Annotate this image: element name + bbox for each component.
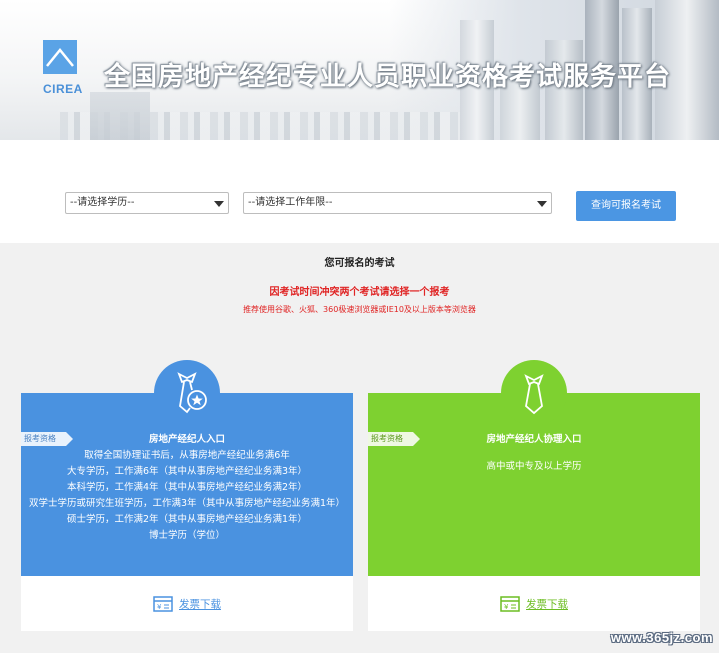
- invoice-icon: ¥: [500, 596, 520, 612]
- assistant-tie-icon: [501, 360, 567, 426]
- filter-bar: --请选择学历-- --请选择工作年限-- 查询可报名考试: [0, 140, 719, 243]
- card-title: 房地产经纪人协理入口: [486, 434, 582, 445]
- education-select[interactable]: --请选择学历--: [65, 192, 229, 214]
- banner-skyline-building: [90, 92, 150, 140]
- download-label: 发票下载: [179, 598, 221, 611]
- conflict-warning: 因考试时间冲突两个考试请选择一个报考: [269, 287, 450, 298]
- cirea-logo-icon: [43, 40, 77, 74]
- work-years-select-value: --请选择工作年限--: [248, 197, 333, 208]
- site-title: 全国房地产经纪专业人员职业资格考试服务平台: [104, 62, 672, 92]
- site-watermark: www.365jz.com: [610, 630, 713, 645]
- chevron-down-icon: [214, 201, 224, 207]
- invoice-icon: ¥: [153, 596, 173, 612]
- work-years-select[interactable]: --请选择工作年限--: [243, 192, 552, 214]
- broker-entry-card: 报考资格 房地产经纪人入口 取得全国协理证书后，从事房地产经纪业务满6年 大专学…: [21, 393, 353, 631]
- svg-text:¥: ¥: [157, 603, 162, 611]
- chevron-down-icon: [537, 201, 547, 207]
- requirement-item: 高中或中专及以上学历: [486, 461, 582, 472]
- download-label: 发票下载: [526, 598, 568, 611]
- browser-notice: 推荐使用谷歌、火狐、360极速浏览器或IE10及以上版本等浏览器: [243, 305, 476, 314]
- logo-text: CIREA: [43, 82, 83, 96]
- header-banner: CIREA 全国房地产经纪专业人员职业资格考试服务平台: [0, 0, 719, 140]
- requirement-item: 大专学历，工作满6年（其中从事房地产经纪业务满3年）: [66, 466, 308, 477]
- requirement-item: 取得全国协理证书后，从事房地产经纪业务满6年: [84, 450, 290, 461]
- invoice-download-link[interactable]: ¥ 发票下载: [368, 596, 700, 616]
- requirement-item: 硕士学历，工作满2年（其中从事房地产经纪业务满1年）: [66, 514, 308, 525]
- requirement-item: 博士学历（学位）: [148, 530, 225, 541]
- card-title: 房地产经纪人入口: [148, 434, 225, 445]
- requirements-list: 取得全国协理证书后，从事房地产经纪业务满6年 大专学历，工作满6年（其中从事房地…: [21, 448, 353, 544]
- invoice-download-link[interactable]: ¥ 发票下载: [21, 596, 353, 616]
- section-title: 您可报名的考试: [324, 258, 395, 269]
- broker-tie-badge-icon: [154, 360, 220, 426]
- education-select-value: --请选择学历--: [70, 197, 135, 208]
- assistant-broker-entry-card: 报考资格 房地产经纪人协理入口 高中或中专及以上学历 ¥ 发票下载: [368, 393, 700, 631]
- requirement-item: 双学士学历或研究生班学历，工作满3年（其中从事房地产经纪业务满1年）: [28, 498, 346, 509]
- query-exams-button[interactable]: 查询可报名考试: [576, 191, 676, 221]
- requirement-item: 本科学历，工作满4年（其中从事房地产经纪业务满2年）: [66, 482, 308, 493]
- requirements-list: 高中或中专及以上学历: [368, 459, 700, 475]
- svg-text:¥: ¥: [504, 603, 509, 611]
